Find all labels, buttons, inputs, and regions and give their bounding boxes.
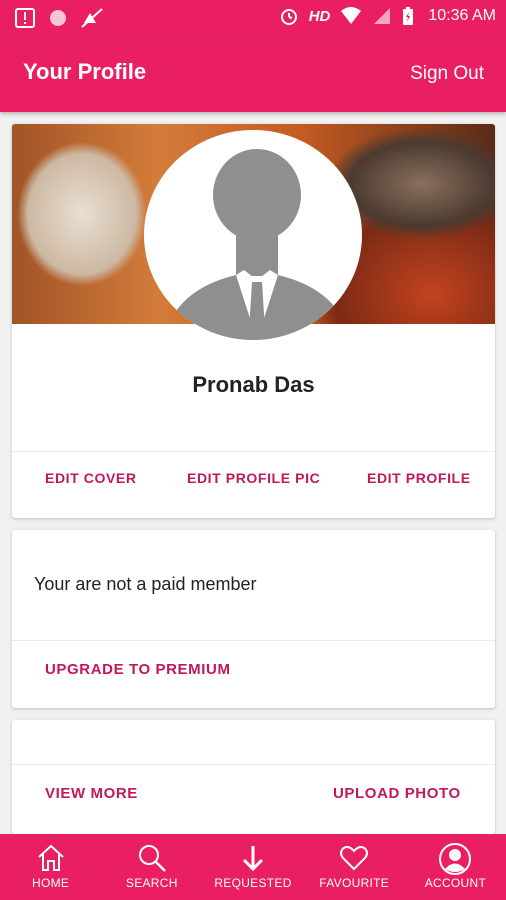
bottom-navigation: HOME SEARCH REQUESTED FAVOURITE ACCOUNT (0, 834, 506, 900)
view-more-button[interactable]: VIEW MORE (45, 785, 138, 802)
page-title: Your Profile (23, 59, 147, 84)
heart-icon (340, 845, 369, 871)
photos-card: VIEW MORE UPLOAD PHOTO (12, 720, 495, 834)
app-bar: Your Profile Sign Out (0, 36, 506, 112)
profile-name: Pronab Das (192, 372, 315, 397)
nav-item-account[interactable]: ACCOUNT (405, 834, 506, 900)
search-icon (138, 845, 166, 872)
status-bar: HD 10:36 AM (0, 0, 506, 36)
upgrade-to-premium-button[interactable]: UPGRADE TO PREMIUM (45, 661, 231, 678)
nav-item-home[interactable]: HOME (0, 834, 101, 900)
nav-item-requested[interactable]: REQUESTED (202, 834, 303, 900)
profile-avatar[interactable] (144, 130, 362, 340)
edit-profile-button[interactable]: EDIT PROFILE (367, 470, 471, 486)
sign-out-button[interactable]: Sign Out (410, 63, 484, 85)
membership-status-text: Your are not a paid member (34, 574, 257, 594)
nav-item-favourite[interactable]: FAVOURITE (304, 834, 405, 900)
nav-label-home: HOME (32, 876, 70, 890)
upload-photo-button[interactable]: UPLOAD PHOTO (333, 785, 461, 802)
divider (12, 764, 495, 765)
divider (12, 640, 495, 641)
clock: 10:36 AM (428, 7, 496, 24)
network-type-label: HD (308, 7, 331, 25)
nav-label-search: SEARCH (125, 876, 178, 890)
alarm-icon (280, 9, 297, 25)
edit-profile-pic-button[interactable]: EDIT PROFILE PIC (187, 470, 320, 486)
home-icon (37, 844, 64, 871)
default-avatar-icon (164, 149, 350, 340)
wifi-icon (341, 7, 362, 24)
edit-cover-button[interactable]: EDIT COVER (45, 470, 137, 486)
mute-icon (81, 8, 103, 28)
app-dot-icon (50, 10, 66, 26)
nav-label-favourite: FAVOURITE (319, 876, 390, 890)
account-icon (439, 843, 472, 875)
battery-icon (403, 7, 414, 25)
signal-icon (374, 8, 391, 24)
nav-label-requested: REQUESTED (214, 876, 292, 890)
nav-item-search[interactable]: SEARCH (101, 834, 202, 900)
nav-label-account: ACCOUNT (424, 876, 487, 890)
divider (12, 451, 495, 452)
membership-card: Your are not a paid member UPGRADE TO PR… (12, 530, 495, 708)
notification-icon (15, 8, 35, 28)
download-arrow-icon (242, 846, 264, 872)
profile-card: Pronab Das EDIT COVER EDIT PROFILE PIC E… (12, 124, 495, 518)
